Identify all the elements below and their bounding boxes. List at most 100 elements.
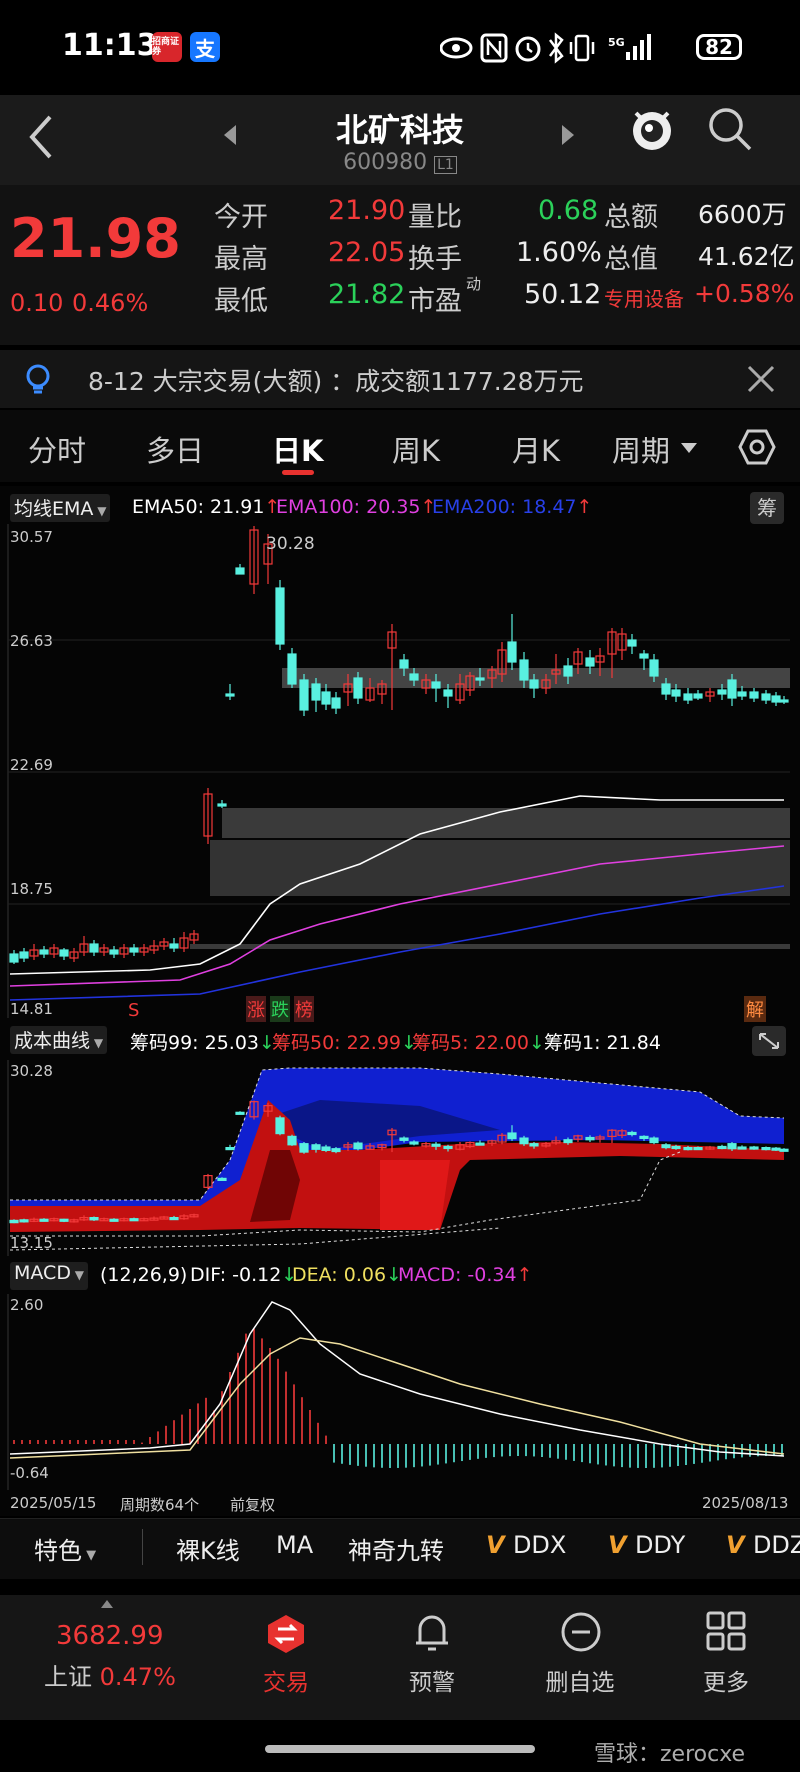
cost-y-bottom: 13.15: [10, 1234, 53, 1252]
amount-label: 总额: [604, 202, 658, 233]
bluetooth-icon: [549, 32, 564, 64]
tab-period[interactable]: 周期: [612, 428, 670, 470]
turnover-value: 1.60%: [516, 237, 602, 268]
candle-body: [563, 1139, 573, 1144]
adjust-mode[interactable]: 前复权: [230, 1494, 275, 1515]
candle-body: [737, 691, 747, 697]
candle-body: [287, 1135, 297, 1146]
stock-code: 600980 L1: [0, 150, 800, 175]
pe-value: 50.12: [524, 279, 602, 310]
status-time: 11:13: [62, 28, 158, 63]
candle-body: [737, 1146, 747, 1150]
feature-ddz[interactable]: V DDZ: [726, 1531, 800, 1559]
marker-die[interactable]: 跌: [270, 996, 290, 1022]
macd-y-bottom: -0.64: [10, 1464, 49, 1482]
macd-y-top: 2.60: [10, 1296, 44, 1314]
nav-remove-watchlist[interactable]: 删自选: [520, 1663, 640, 1697]
candle-body: [275, 587, 285, 645]
sector-name[interactable]: 专用设备: [604, 283, 684, 312]
y-tick-5: 14.81: [10, 1000, 53, 1018]
remove-watchlist-icon: [561, 1612, 601, 1652]
expand-icon[interactable]: [752, 1026, 786, 1056]
home-indicator[interactable]: [265, 1745, 535, 1753]
indicator-selector-cost[interactable]: 成本曲线 ▼: [10, 1026, 108, 1054]
candle-body: [639, 1135, 649, 1140]
index-value[interactable]: 3682.99: [56, 1621, 164, 1651]
candle-body: [39, 949, 49, 955]
candle-body: [39, 1218, 49, 1222]
feature-menu[interactable]: 特色 ▼: [34, 1531, 96, 1566]
chip-zone-mid: [222, 808, 790, 838]
end-date: 2025/08/13: [702, 1494, 789, 1512]
candlestick-chart[interactable]: [0, 524, 800, 1020]
watermark: 雪球：zerocxe: [594, 1742, 746, 1767]
candle-body: [475, 677, 485, 681]
high-value: 22.05: [328, 237, 406, 268]
tab-monthly-k[interactable]: 月K: [512, 428, 560, 470]
candle-body: [331, 697, 341, 709]
open-label: 今开: [214, 202, 268, 233]
nfc-icon: [480, 33, 508, 63]
nav-trade[interactable]: 交易: [226, 1663, 346, 1697]
candle-body: [129, 947, 139, 953]
candle-body: [59, 949, 69, 957]
feature-bar: 特色 ▼ 裸K线 MA 神奇九转 V DDX V DDY V DDZ: [0, 1518, 800, 1579]
candle-body: [399, 659, 409, 669]
nav-alert[interactable]: 预警: [372, 1663, 492, 1697]
candle-body: [779, 1148, 789, 1152]
indicator-selector-ema[interactable]: 均线EMA ▼: [10, 494, 111, 522]
stock-name: 北矿科技: [335, 111, 464, 149]
sector-pct[interactable]: +0.58%: [694, 279, 794, 308]
chip5-legend: 筹码5: 22.00↓: [412, 1032, 545, 1054]
marker-jie[interactable]: 解: [744, 996, 766, 1022]
candle-body: [225, 693, 235, 697]
feature-ddy[interactable]: V DDY: [608, 1531, 685, 1559]
candle-body: [9, 1219, 19, 1224]
tab-weekly-k[interactable]: 周K: [392, 428, 440, 470]
candle-body: [519, 659, 529, 681]
cost-curve-chart[interactable]: [0, 1060, 800, 1256]
low-label: 最低: [214, 286, 268, 317]
candle-body: [727, 1143, 737, 1150]
vip-icon: V: [486, 1531, 513, 1559]
candles: [9, 526, 789, 964]
y-tick-2: 26.63: [10, 632, 53, 650]
high-label: 最高: [214, 244, 268, 275]
index-summary[interactable]: 上证 0.47%: [44, 1657, 176, 1692]
notice-bar[interactable]: 8-12 大宗交易(大额) ：成交额1177.28万元: [0, 350, 800, 408]
vibrate-icon: [569, 34, 595, 62]
nav-more[interactable]: 更多: [666, 1663, 786, 1697]
candle-body: [649, 1137, 659, 1144]
marker-bang[interactable]: 榜: [294, 996, 314, 1022]
indicator-selector-macd[interactable]: MACD ▼: [10, 1262, 89, 1290]
feature-nine-turns[interactable]: 神奇九转: [348, 1531, 444, 1566]
marker-s[interactable]: S: [128, 1000, 139, 1021]
candle-body: [109, 949, 119, 955]
feature-ddx[interactable]: V DDX: [486, 1531, 566, 1559]
vol-ratio-value: 0.68: [538, 195, 599, 226]
y-tick-1: 30.57: [10, 528, 53, 546]
candle-body: [671, 1145, 681, 1150]
candle-body: [235, 567, 245, 575]
feature-ma[interactable]: MA: [276, 1531, 313, 1559]
tab-multiday[interactable]: 多日: [146, 428, 204, 470]
candle-body: [19, 951, 29, 959]
tab-intraday[interactable]: 分时: [28, 428, 86, 470]
chip-button[interactable]: 筹: [750, 492, 784, 524]
candle-body: [749, 1146, 759, 1150]
macd-chart[interactable]: [0, 1294, 800, 1490]
marker-zhang[interactable]: 涨: [246, 996, 266, 1022]
candle-body: [563, 665, 573, 677]
tab-daily-k[interactable]: 日K: [272, 428, 323, 470]
settings-hexagon-icon[interactable]: [738, 428, 776, 466]
candle-body: [693, 1146, 703, 1151]
candle-body: [89, 1217, 99, 1221]
price-change: 0.10: [10, 289, 64, 317]
mktcap-value: 41.62亿: [698, 242, 795, 271]
quote-panel: 21.98 0.10 0.46% 今开 21.90 最高 22.05 最低 21…: [0, 185, 800, 345]
candle-body: [475, 1142, 485, 1146]
period-count: 周期数64个: [120, 1496, 200, 1514]
feature-naked-k[interactable]: 裸K线: [176, 1531, 240, 1566]
close-icon[interactable]: [746, 364, 776, 394]
turnover-label: 换手: [408, 244, 462, 275]
